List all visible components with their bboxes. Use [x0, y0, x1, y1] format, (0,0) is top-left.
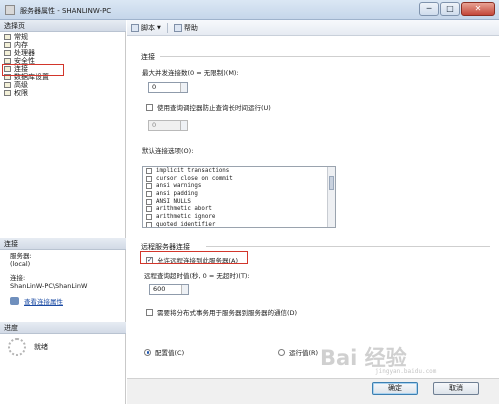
distributed-transactions-checkbox[interactable]: 需要将分布式事务用于服务器到服务器的通信(D) [146, 307, 297, 317]
progress-spinner-icon [8, 338, 26, 356]
toolbar: 脚本 ▼ 帮助 [127, 20, 499, 36]
help-button[interactable]: 帮助 [173, 23, 198, 33]
running-values-radio[interactable]: 运行值(R) [278, 347, 318, 357]
selected-page-highlight [2, 64, 64, 76]
list-item[interactable]: cursor close on commit [143, 175, 335, 183]
page-icon [4, 34, 11, 40]
connection-value: ShanLinW-PC\ShanLinW [10, 282, 88, 290]
max-concurrent-label: 最大并发连接数(0 = 无限制)(M): [142, 69, 239, 77]
list-item[interactable]: ANSI NULLS [143, 198, 335, 206]
minimize-button[interactable]: ─ [419, 2, 439, 16]
page-icon [4, 50, 11, 56]
page-item-memory[interactable]: 内存 [4, 41, 49, 49]
default-options-list[interactable]: implicit transactions cursor close on co… [142, 166, 336, 228]
cancel-button[interactable]: 取消 [433, 382, 479, 395]
connection-properties-icon [10, 297, 19, 305]
ok-button[interactable]: 确定 [372, 382, 418, 395]
help-icon [173, 23, 182, 32]
list-item[interactable]: quoted identifier [143, 221, 335, 227]
spinner-arrows-icon[interactable] [180, 121, 187, 130]
left-pane: 选择页 常规 内存 处理器 安全性 连接 数据库设置 高级 权限 连接 服务器:… [0, 20, 126, 404]
view-connection-properties[interactable]: 查看连接属性 [10, 296, 63, 306]
spinner-arrows-icon[interactable] [180, 83, 187, 92]
use-governor-checkbox[interactable]: 使用查询调控器防止查询长时间运行(U) [146, 102, 271, 112]
connection-header: 连接 [0, 238, 126, 250]
section-divider [206, 246, 490, 247]
toolbar-separator [166, 22, 168, 33]
window-icon [5, 5, 15, 15]
watermark-url: jingyan.baidu.com [375, 368, 437, 375]
list-item[interactable]: ansi warnings [143, 182, 335, 190]
script-icon [131, 23, 139, 32]
radio-button[interactable] [144, 348, 151, 356]
page-icon [4, 90, 11, 96]
page-icon [4, 82, 11, 88]
list-item[interactable]: arithmetic ignore [143, 213, 335, 221]
remote-timeout-label: 远程查询超时值(秒, 0 = 无超时)(T): [144, 272, 250, 280]
server-value: (local) [10, 260, 31, 268]
max-concurrent-input[interactable]: 0 [148, 82, 188, 93]
checkbox-box[interactable] [146, 103, 153, 111]
remote-timeout-input[interactable]: 600 [149, 284, 189, 295]
window-title: 服务器属性 - SHANLINW-PC [20, 7, 112, 15]
page-icon [4, 42, 11, 48]
page-item-advanced[interactable]: 高级 [4, 81, 49, 89]
connection-info: 服务器: (local) 连接: ShanLinW-PC\ShanLinW [10, 252, 87, 290]
view-connection-properties-link[interactable]: 查看连接属性 [24, 296, 63, 306]
page-item-processors[interactable]: 处理器 [4, 49, 49, 57]
page-item-general[interactable]: 常规 [4, 33, 49, 41]
radio-button[interactable] [278, 348, 285, 356]
governor-input[interactable]: 0 [148, 120, 188, 131]
section-divider [160, 56, 490, 57]
progress-status: 就绪 [34, 343, 48, 351]
close-button[interactable]: ✕ [461, 2, 495, 16]
list-item[interactable]: arithmetic abort [143, 205, 335, 213]
default-options-label: 默认连接选项(O): [142, 147, 194, 155]
progress-header: 进度 [0, 322, 126, 334]
maximize-button[interactable]: □ [440, 2, 460, 16]
chevron-down-icon[interactable]: ▼ [157, 25, 161, 31]
allow-remote-highlight [140, 251, 248, 264]
script-button[interactable]: 脚本 ▼ [131, 23, 161, 33]
scrollbar-thumb[interactable] [329, 176, 334, 190]
checkbox-box[interactable] [146, 308, 153, 316]
connection-label: 连接: [10, 274, 26, 282]
page-item-permissions[interactable]: 权限 [4, 89, 49, 97]
list-item[interactable]: implicit transactions [143, 167, 335, 175]
list-item[interactable]: ansi padding [143, 190, 335, 198]
select-page-header: 选择页 [0, 20, 126, 32]
connections-section-title: 连接 [141, 53, 155, 61]
progress-area: 就绪 [8, 338, 48, 356]
options-scrollbar[interactable] [327, 167, 335, 227]
spinner-arrows-icon[interactable] [181, 285, 188, 294]
configured-values-radio[interactable]: 配置值(C) [144, 347, 184, 357]
title-bar: 服务器属性 - SHANLINW-PC ─ □ ✕ [0, 0, 499, 20]
server-label: 服务器: [10, 252, 32, 260]
